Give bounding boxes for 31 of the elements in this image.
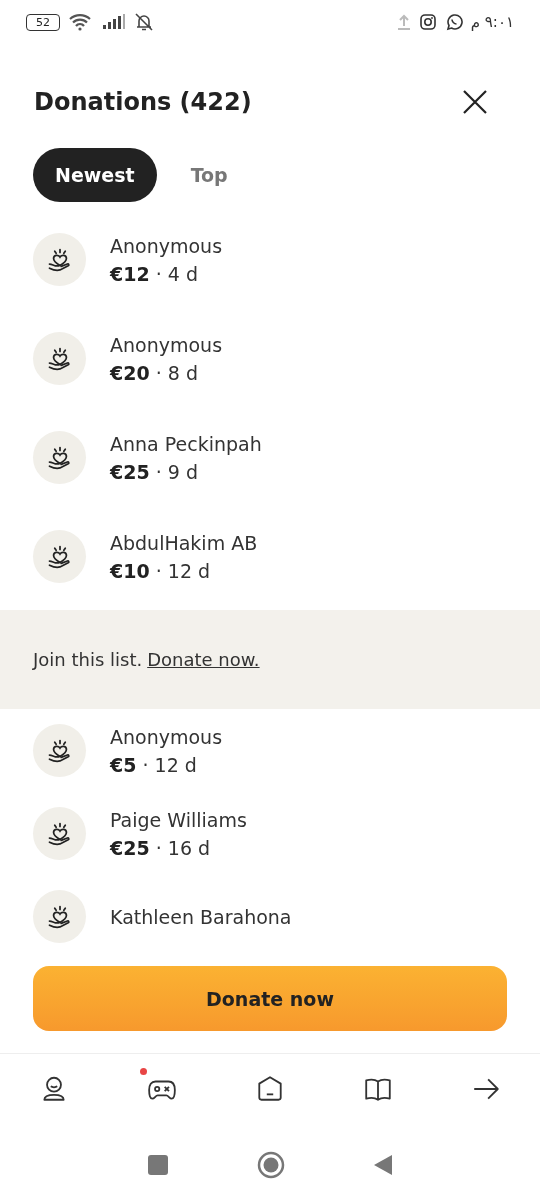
recent-apps-icon[interactable] bbox=[147, 1154, 169, 1176]
home-icon[interactable] bbox=[255, 1074, 285, 1104]
banner-text: Join this list. bbox=[33, 649, 143, 670]
donor-name: Anna Peckinpah bbox=[110, 432, 262, 455]
status-time: ٩:٠١ م bbox=[470, 13, 514, 31]
tab[interactable]: Newest bbox=[33, 148, 157, 202]
battery-level: 52 bbox=[36, 15, 50, 29]
signal-icon bbox=[102, 14, 126, 30]
donation-amount: €20 · 8 d bbox=[110, 361, 199, 384]
home-button-icon[interactable] bbox=[257, 1151, 285, 1179]
donor-name: AbdulHakim AB bbox=[110, 531, 258, 554]
donor-name: Kathleen Barahona bbox=[110, 905, 292, 928]
donation-amount: €25 · 16 d bbox=[110, 836, 212, 859]
close-icon[interactable] bbox=[462, 89, 488, 115]
donate-button[interactable]: Donate now bbox=[33, 966, 507, 1031]
page-title: Donations (422) bbox=[34, 88, 252, 116]
donor-name: Paige Williams bbox=[110, 808, 247, 831]
muted-bell-icon bbox=[134, 12, 154, 32]
donation-amount: €10 · 12 d bbox=[110, 559, 212, 582]
donate-link[interactable]: Donate now. bbox=[147, 649, 260, 670]
chat-app-icon bbox=[444, 13, 463, 31]
upload-icon bbox=[396, 13, 411, 31]
camera-app-icon bbox=[418, 13, 437, 31]
donor-name: Anonymous bbox=[110, 725, 223, 748]
back-icon[interactable] bbox=[373, 1154, 393, 1176]
tab[interactable]: Top bbox=[170, 148, 248, 202]
donation-amount: €5 · 12 d bbox=[110, 753, 198, 776]
donor-name: Anonymous bbox=[110, 333, 223, 356]
donor-name: Anonymous bbox=[110, 234, 223, 257]
donation-amount: €25 · 9 d bbox=[110, 460, 199, 483]
donation-amount: €12 · 4 d bbox=[110, 262, 199, 285]
